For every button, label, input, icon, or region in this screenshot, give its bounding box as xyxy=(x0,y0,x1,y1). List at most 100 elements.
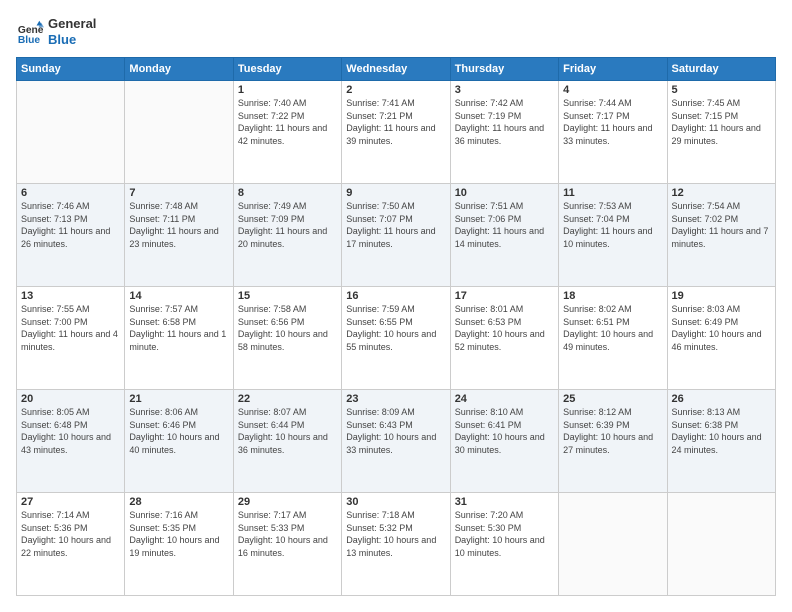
calendar-cell: 31Sunrise: 7:20 AM Sunset: 5:30 PM Dayli… xyxy=(450,493,558,596)
day-number: 18 xyxy=(563,290,662,302)
day-info: Sunrise: 7:53 AM Sunset: 7:04 PM Dayligh… xyxy=(563,200,662,250)
logo-text-general: General xyxy=(48,16,96,32)
day-number: 16 xyxy=(346,290,445,302)
logo-icon: General Blue xyxy=(16,18,44,46)
day-number: 21 xyxy=(129,393,228,405)
day-info: Sunrise: 8:07 AM Sunset: 6:44 PM Dayligh… xyxy=(238,406,337,456)
day-number: 7 xyxy=(129,187,228,199)
calendar-cell: 10Sunrise: 7:51 AM Sunset: 7:06 PM Dayli… xyxy=(450,184,558,287)
calendar-cell: 14Sunrise: 7:57 AM Sunset: 6:58 PM Dayli… xyxy=(125,287,233,390)
day-number: 22 xyxy=(238,393,337,405)
day-number: 2 xyxy=(346,84,445,96)
calendar-cell: 9Sunrise: 7:50 AM Sunset: 7:07 PM Daylig… xyxy=(342,184,450,287)
day-info: Sunrise: 8:09 AM Sunset: 6:43 PM Dayligh… xyxy=(346,406,445,456)
day-number: 9 xyxy=(346,187,445,199)
day-info: Sunrise: 7:54 AM Sunset: 7:02 PM Dayligh… xyxy=(672,200,771,250)
day-info: Sunrise: 7:49 AM Sunset: 7:09 PM Dayligh… xyxy=(238,200,337,250)
logo: General Blue General Blue xyxy=(16,16,96,47)
day-info: Sunrise: 8:03 AM Sunset: 6:49 PM Dayligh… xyxy=(672,303,771,353)
calendar-cell: 24Sunrise: 8:10 AM Sunset: 6:41 PM Dayli… xyxy=(450,390,558,493)
day-number: 28 xyxy=(129,496,228,508)
day-info: Sunrise: 7:46 AM Sunset: 7:13 PM Dayligh… xyxy=(21,200,120,250)
day-number: 15 xyxy=(238,290,337,302)
calendar-cell: 27Sunrise: 7:14 AM Sunset: 5:36 PM Dayli… xyxy=(17,493,125,596)
svg-text:Blue: Blue xyxy=(18,35,41,46)
calendar-cell: 15Sunrise: 7:58 AM Sunset: 6:56 PM Dayli… xyxy=(233,287,341,390)
day-number: 8 xyxy=(238,187,337,199)
week-row-1: 1Sunrise: 7:40 AM Sunset: 7:22 PM Daylig… xyxy=(17,81,776,184)
day-info: Sunrise: 7:45 AM Sunset: 7:15 PM Dayligh… xyxy=(672,97,771,147)
calendar-cell: 18Sunrise: 8:02 AM Sunset: 6:51 PM Dayli… xyxy=(559,287,667,390)
day-info: Sunrise: 7:48 AM Sunset: 7:11 PM Dayligh… xyxy=(129,200,228,250)
day-info: Sunrise: 8:05 AM Sunset: 6:48 PM Dayligh… xyxy=(21,406,120,456)
calendar-cell: 19Sunrise: 8:03 AM Sunset: 6:49 PM Dayli… xyxy=(667,287,775,390)
day-info: Sunrise: 7:51 AM Sunset: 7:06 PM Dayligh… xyxy=(455,200,554,250)
week-row-4: 20Sunrise: 8:05 AM Sunset: 6:48 PM Dayli… xyxy=(17,390,776,493)
calendar-cell: 29Sunrise: 7:17 AM Sunset: 5:33 PM Dayli… xyxy=(233,493,341,596)
day-info: Sunrise: 7:55 AM Sunset: 7:00 PM Dayligh… xyxy=(21,303,120,353)
calendar-cell: 1Sunrise: 7:40 AM Sunset: 7:22 PM Daylig… xyxy=(233,81,341,184)
day-info: Sunrise: 8:02 AM Sunset: 6:51 PM Dayligh… xyxy=(563,303,662,353)
day-info: Sunrise: 8:06 AM Sunset: 6:46 PM Dayligh… xyxy=(129,406,228,456)
day-info: Sunrise: 8:10 AM Sunset: 6:41 PM Dayligh… xyxy=(455,406,554,456)
calendar-cell: 3Sunrise: 7:42 AM Sunset: 7:19 PM Daylig… xyxy=(450,81,558,184)
day-info: Sunrise: 8:01 AM Sunset: 6:53 PM Dayligh… xyxy=(455,303,554,353)
logo-text-blue: Blue xyxy=(48,32,96,48)
calendar-header-row: SundayMondayTuesdayWednesdayThursdayFrid… xyxy=(17,58,776,81)
day-number: 13 xyxy=(21,290,120,302)
day-number: 6 xyxy=(21,187,120,199)
weekday-header-friday: Friday xyxy=(559,58,667,81)
calendar-cell: 12Sunrise: 7:54 AM Sunset: 7:02 PM Dayli… xyxy=(667,184,775,287)
calendar-cell xyxy=(125,81,233,184)
calendar-cell: 23Sunrise: 8:09 AM Sunset: 6:43 PM Dayli… xyxy=(342,390,450,493)
week-row-3: 13Sunrise: 7:55 AM Sunset: 7:00 PM Dayli… xyxy=(17,287,776,390)
calendar-cell xyxy=(17,81,125,184)
day-info: Sunrise: 7:40 AM Sunset: 7:22 PM Dayligh… xyxy=(238,97,337,147)
day-number: 4 xyxy=(563,84,662,96)
page: General Blue General Blue SundayMondayTu… xyxy=(0,0,792,612)
calendar-cell: 21Sunrise: 8:06 AM Sunset: 6:46 PM Dayli… xyxy=(125,390,233,493)
day-info: Sunrise: 8:12 AM Sunset: 6:39 PM Dayligh… xyxy=(563,406,662,456)
weekday-header-sunday: Sunday xyxy=(17,58,125,81)
day-number: 10 xyxy=(455,187,554,199)
day-info: Sunrise: 7:57 AM Sunset: 6:58 PM Dayligh… xyxy=(129,303,228,353)
calendar-cell: 6Sunrise: 7:46 AM Sunset: 7:13 PM Daylig… xyxy=(17,184,125,287)
calendar-cell: 22Sunrise: 8:07 AM Sunset: 6:44 PM Dayli… xyxy=(233,390,341,493)
day-number: 3 xyxy=(455,84,554,96)
header: General Blue General Blue xyxy=(16,16,776,47)
calendar-cell: 11Sunrise: 7:53 AM Sunset: 7:04 PM Dayli… xyxy=(559,184,667,287)
calendar-cell: 13Sunrise: 7:55 AM Sunset: 7:00 PM Dayli… xyxy=(17,287,125,390)
day-info: Sunrise: 7:59 AM Sunset: 6:55 PM Dayligh… xyxy=(346,303,445,353)
day-info: Sunrise: 7:16 AM Sunset: 5:35 PM Dayligh… xyxy=(129,509,228,559)
day-number: 14 xyxy=(129,290,228,302)
calendar-cell xyxy=(667,493,775,596)
day-info: Sunrise: 7:58 AM Sunset: 6:56 PM Dayligh… xyxy=(238,303,337,353)
calendar-cell: 20Sunrise: 8:05 AM Sunset: 6:48 PM Dayli… xyxy=(17,390,125,493)
calendar-cell: 28Sunrise: 7:16 AM Sunset: 5:35 PM Dayli… xyxy=(125,493,233,596)
day-number: 25 xyxy=(563,393,662,405)
day-info: Sunrise: 7:44 AM Sunset: 7:17 PM Dayligh… xyxy=(563,97,662,147)
day-number: 17 xyxy=(455,290,554,302)
day-info: Sunrise: 8:13 AM Sunset: 6:38 PM Dayligh… xyxy=(672,406,771,456)
day-info: Sunrise: 7:17 AM Sunset: 5:33 PM Dayligh… xyxy=(238,509,337,559)
day-number: 12 xyxy=(672,187,771,199)
day-info: Sunrise: 7:20 AM Sunset: 5:30 PM Dayligh… xyxy=(455,509,554,559)
calendar-cell: 4Sunrise: 7:44 AM Sunset: 7:17 PM Daylig… xyxy=(559,81,667,184)
calendar-cell: 17Sunrise: 8:01 AM Sunset: 6:53 PM Dayli… xyxy=(450,287,558,390)
day-number: 27 xyxy=(21,496,120,508)
calendar-cell: 5Sunrise: 7:45 AM Sunset: 7:15 PM Daylig… xyxy=(667,81,775,184)
calendar-cell: 16Sunrise: 7:59 AM Sunset: 6:55 PM Dayli… xyxy=(342,287,450,390)
calendar-cell: 25Sunrise: 8:12 AM Sunset: 6:39 PM Dayli… xyxy=(559,390,667,493)
day-number: 19 xyxy=(672,290,771,302)
weekday-header-saturday: Saturday xyxy=(667,58,775,81)
calendar-table: SundayMondayTuesdayWednesdayThursdayFrid… xyxy=(16,57,776,596)
weekday-header-thursday: Thursday xyxy=(450,58,558,81)
weekday-header-wednesday: Wednesday xyxy=(342,58,450,81)
day-info: Sunrise: 7:50 AM Sunset: 7:07 PM Dayligh… xyxy=(346,200,445,250)
day-number: 31 xyxy=(455,496,554,508)
calendar-cell: 7Sunrise: 7:48 AM Sunset: 7:11 PM Daylig… xyxy=(125,184,233,287)
day-number: 30 xyxy=(346,496,445,508)
day-number: 11 xyxy=(563,187,662,199)
week-row-2: 6Sunrise: 7:46 AM Sunset: 7:13 PM Daylig… xyxy=(17,184,776,287)
day-number: 29 xyxy=(238,496,337,508)
